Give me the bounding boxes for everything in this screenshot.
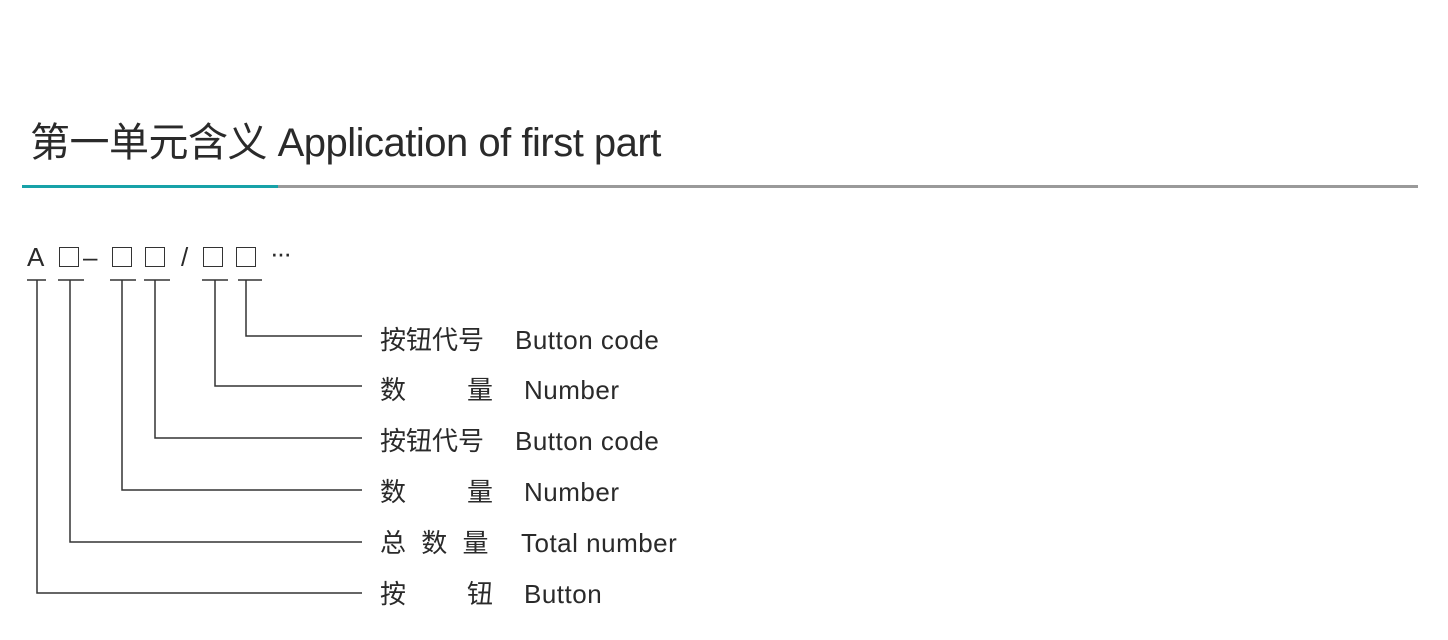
- legend-cn: 数 量: [380, 477, 497, 507]
- connector-box-4: [202, 279, 362, 387]
- legend-cn: 按 钮: [380, 579, 497, 609]
- legend-en: Button code: [515, 426, 660, 456]
- legend-cn: 数 量: [380, 375, 497, 405]
- connector-box-2: [110, 279, 362, 491]
- legend-en: Total number: [521, 528, 678, 558]
- legend-en: Button: [524, 579, 603, 609]
- connector-box-3: [144, 279, 362, 439]
- legend-en: Button code: [515, 325, 660, 355]
- legend-cn: 总 数 量: [380, 528, 493, 558]
- connector-lines: [27, 279, 362, 594]
- connector-box-5: [238, 279, 362, 337]
- legend-en: Number: [524, 477, 620, 507]
- legend-en: Number: [524, 375, 620, 405]
- legend-cn: 按钮代号: [380, 325, 485, 355]
- legend-cn: 按钮代号: [380, 426, 485, 456]
- connector-box-1: [58, 279, 362, 543]
- connector-prefix: [27, 279, 362, 594]
